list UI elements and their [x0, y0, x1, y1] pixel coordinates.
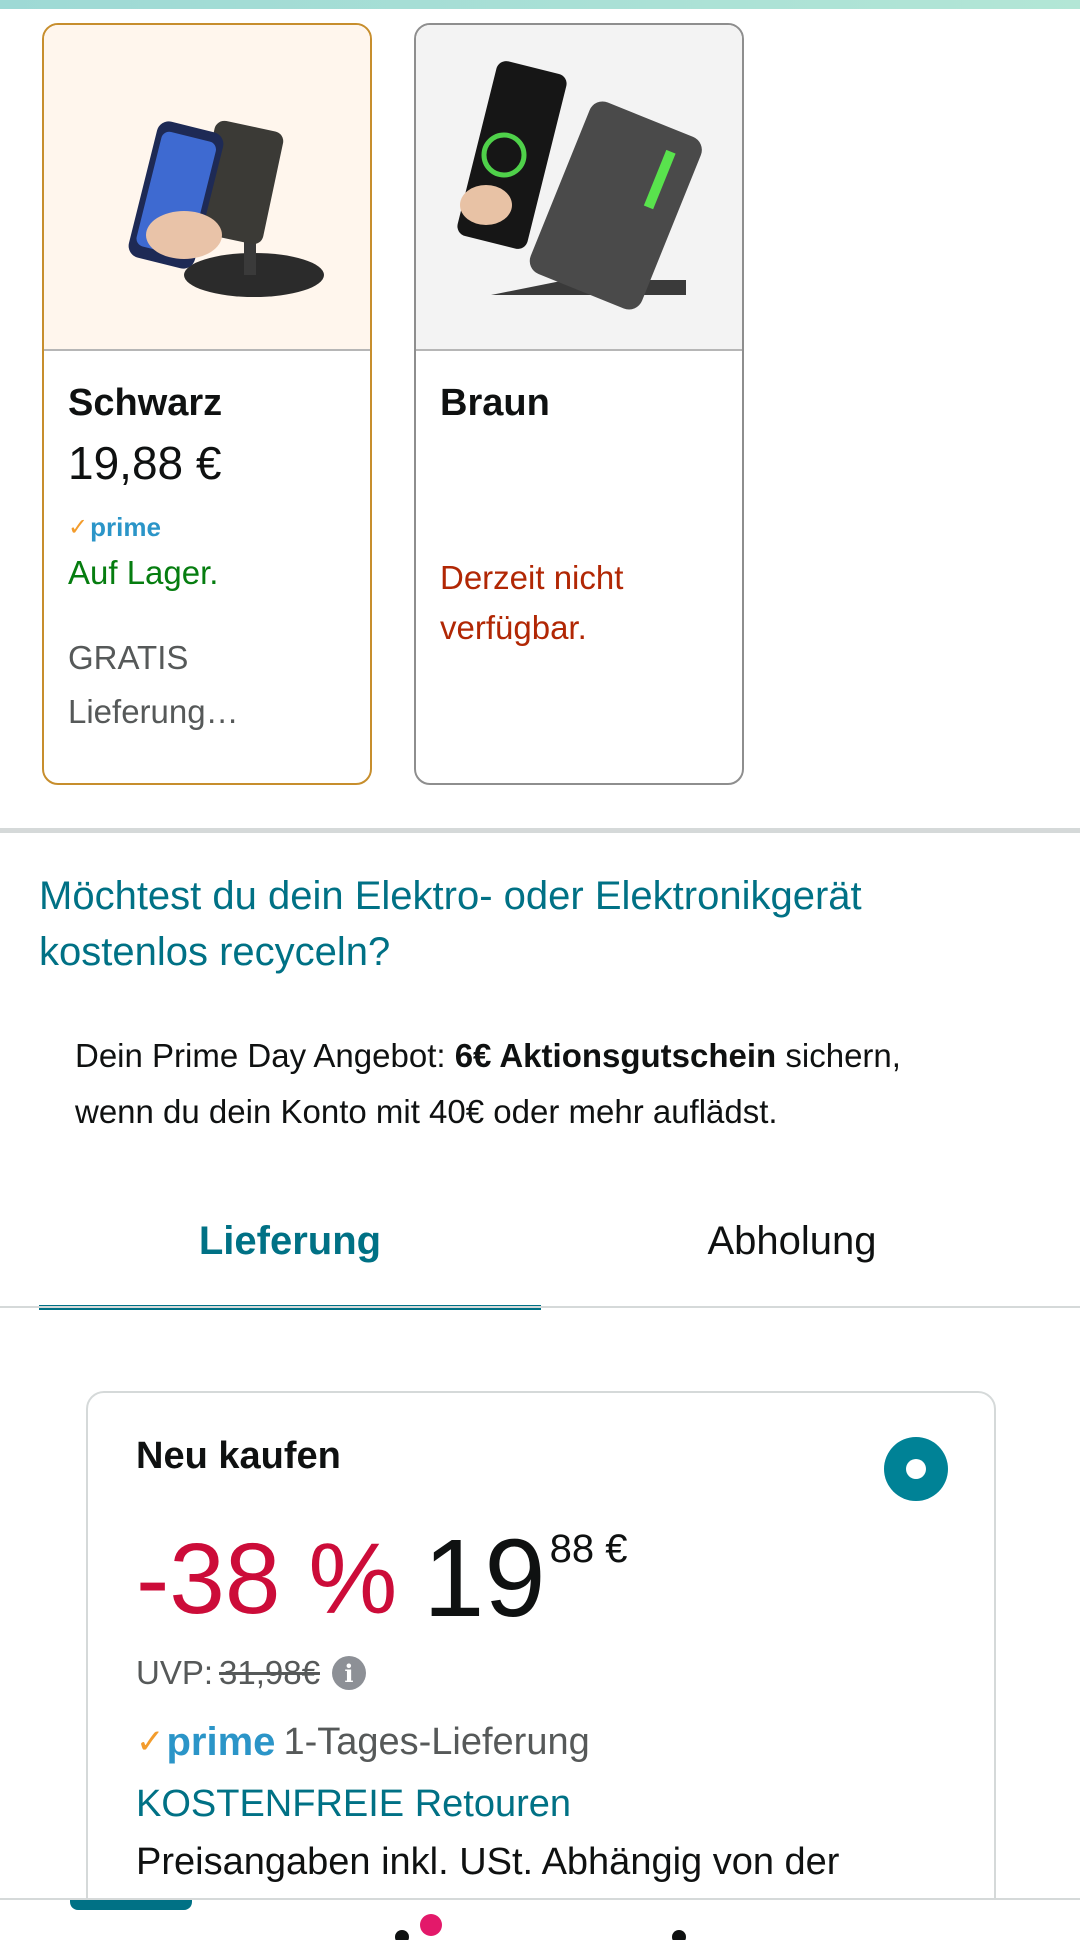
product-image-schwarz: [44, 25, 370, 351]
prime-logo-text: prime: [166, 1719, 276, 1764]
recycle-link[interactable]: Möchtest du dein Elektro- oder Elektroni…: [39, 868, 1049, 980]
prime-delivery-row: ✓ prime 1-Tages-Lieferung: [136, 1715, 590, 1769]
recycle-link-line-1: Möchtest du dein Elektro- oder Elektroni…: [39, 874, 862, 918]
info-icon[interactable]: i: [331, 1656, 366, 1690]
variant-name: Schwarz: [68, 382, 223, 424]
buy-option-title: Neu kaufen: [136, 1435, 341, 1477]
prime-check-icon: ✓: [136, 1723, 165, 1761]
top-accent-strip: [0, 0, 1080, 9]
tab-delivery[interactable]: Lieferung: [39, 1180, 541, 1310]
tax-note: Preisangaben inkl. USt. Abhängig von der: [136, 1841, 840, 1883]
promo-line-1: Dein Prime Day Angebot: 6€ Aktionsgutsch…: [75, 1028, 1055, 1084]
delivery-info: GRATIS Lieferung…: [68, 631, 346, 739]
price-whole: 19: [423, 1517, 546, 1640]
free-returns-link[interactable]: KOSTENFREIE Retouren: [136, 1777, 571, 1831]
phone-stand-image: [128, 120, 324, 297]
price-block: -38 % 19 88 €: [136, 1519, 627, 1639]
prime-logo-text: prime: [90, 511, 161, 542]
nav-icon-partial[interactable]: [395, 1930, 409, 1940]
promo-voucher: 6€ Aktionsgutschein: [454, 1037, 777, 1074]
delivery-line-2: Lieferung…: [68, 693, 239, 730]
tabs-divider: [0, 1306, 1080, 1308]
prime-check-icon: ✓: [68, 513, 89, 541]
recycle-link-line-2: kostenlos recyceln?: [39, 930, 391, 974]
promo-suffix: sichern,: [776, 1037, 901, 1074]
home-tab-indicator: [70, 1900, 192, 1910]
delivery-speed: 1-Tages-Lieferung: [283, 1720, 590, 1763]
uvp-label: UVP:: [136, 1654, 214, 1691]
variant-card-braun[interactable]: Braun Derzeit nicht verfügbar.: [414, 23, 744, 785]
notification-dot-icon: [420, 1914, 442, 1936]
promo-line-2: wenn du dein Konto mit 40€ oder mehr auf…: [75, 1093, 778, 1130]
stock-status: Auf Lager.: [68, 554, 219, 591]
uvp-value: 31,98€: [219, 1654, 320, 1691]
price-fraction: 88 €: [549, 1527, 628, 1571]
prime-day-promo[interactable]: Dein Prime Day Angebot: 6€ Aktionsgutsch…: [75, 1028, 1055, 1140]
variant-name: Braun: [440, 382, 550, 424]
product-image-braun: [416, 25, 742, 351]
tab-pickup[interactable]: Abholung: [541, 1180, 1043, 1307]
nav-icon-partial[interactable]: [672, 1930, 686, 1940]
promo-prefix: Dein Prime Day Angebot:: [75, 1037, 455, 1074]
variant-card-schwarz[interactable]: Schwarz 19,88 € ✓ prime Auf Lager. GRATI…: [42, 23, 372, 785]
buy-new-card[interactable]: Neu kaufen -38 % 19 88 € UVP: 31,98€ i ✓…: [86, 1391, 996, 1940]
section-divider: [0, 828, 1080, 833]
list-price-row: UVP: 31,98€ i: [136, 1651, 366, 1695]
availability-line-1: Derzeit nicht: [440, 559, 624, 596]
fulfillment-tabs: Lieferung Abholung: [0, 1180, 1080, 1310]
bottom-navigation: [0, 1898, 1080, 1940]
prime-badge: ✓ prime: [68, 511, 346, 543]
charger-stand-image: [457, 61, 702, 310]
availability-line-2: verfügbar.: [440, 609, 587, 646]
availability-status: Derzeit nicht verfügbar.: [440, 553, 718, 653]
buy-option-radio[interactable]: [884, 1437, 948, 1501]
variant-price: 19,88 €: [68, 437, 222, 489]
delivery-line-1: GRATIS: [68, 639, 189, 676]
discount-percent: -38 %: [136, 1523, 398, 1635]
